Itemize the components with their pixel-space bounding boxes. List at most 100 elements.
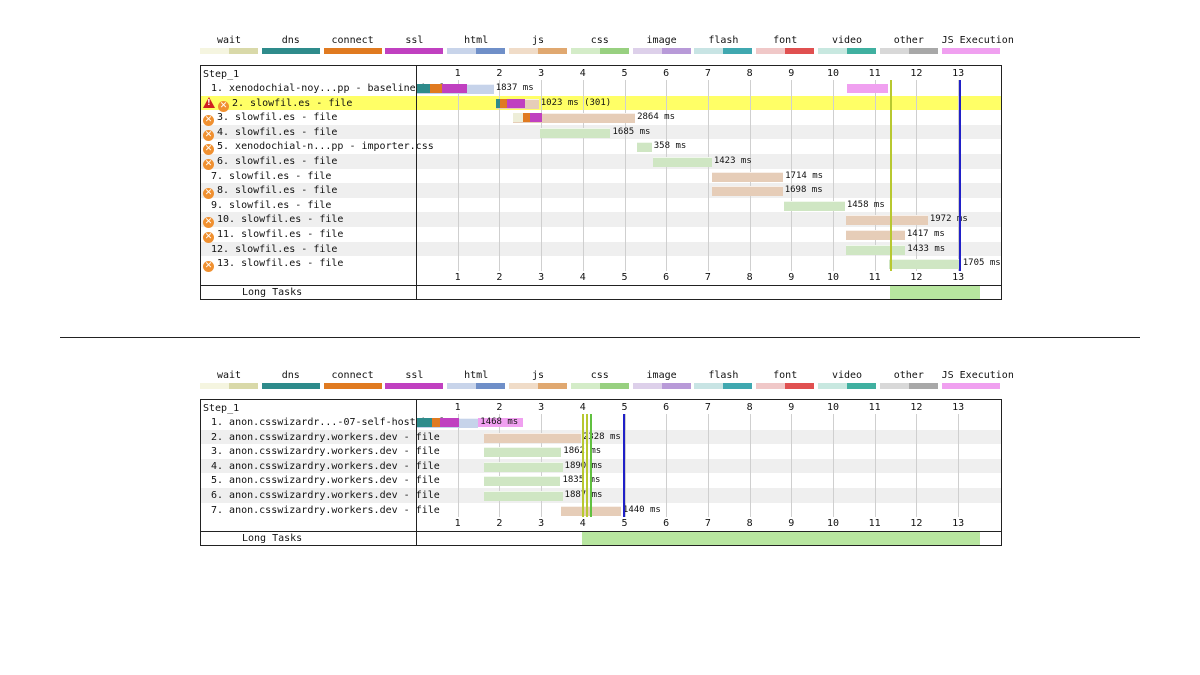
legend-item-js-execution: JS Execution [941, 370, 1014, 396]
legend-item-flash: flash [694, 370, 753, 396]
tick-label-bottom: 12 [910, 271, 923, 283]
legend-swatch [200, 383, 258, 389]
request-duration: 2328 ms [582, 431, 621, 442]
tick-label-bottom: 1 [454, 518, 461, 530]
request-bar-css[interactable] [540, 127, 611, 138]
request-bar-css[interactable] [783, 200, 845, 211]
legend-label: css [590, 370, 609, 381]
tick-label-bottom: 6 [663, 271, 670, 283]
marker-onload [623, 414, 626, 518]
gridline [749, 414, 751, 518]
request-row-label[interactable]: ✕ 8. slowfil.es - file [203, 184, 337, 200]
request-name: 6. anon.csswizardry.workers.dev - file [211, 490, 440, 501]
request-row-label[interactable]: 6. anon.csswizardry.workers.dev - file [211, 489, 440, 502]
request-row-label[interactable]: 9. slowfil.es - file [211, 199, 331, 212]
request-bar-js[interactable] [711, 171, 784, 182]
request-bar-css[interactable] [652, 157, 712, 167]
gridline [541, 80, 543, 271]
tick-label-top: 2 [496, 68, 503, 79]
legend-label: image [646, 35, 677, 46]
request-row-label[interactable]: ✕ 5. xenodochial-n...pp - importer.css [203, 140, 434, 156]
request-row-label[interactable]: ✕ 4. slowfil.es - file [203, 126, 337, 141]
error-icon: ✕ [203, 188, 214, 200]
request-bar-css[interactable] [636, 142, 652, 153]
tick-label-top: 12 [910, 68, 923, 79]
request-row-label[interactable]: ✕ 13. slowfil.es - file [203, 257, 344, 273]
tick-label-bottom: 12 [910, 518, 923, 530]
request-duration: 1714 ms [785, 170, 824, 181]
request-bar-js[interactable] [483, 432, 581, 443]
request-row-label[interactable]: 1. xenodochial-noy...pp - baseline.html [211, 82, 446, 95]
tick-label-bottom: 11 [868, 518, 881, 530]
legend-item-font: font [756, 35, 815, 61]
request-row-label[interactable]: 1. anon.csswizardr...-07-self-host.html [211, 416, 446, 429]
request-row-label[interactable]: 2. anon.csswizardry.workers.dev - file [211, 431, 440, 444]
marker-green [590, 414, 593, 518]
legend-item-connect: connect [323, 35, 382, 61]
long-tasks-separator [201, 284, 1001, 286]
legend-top: wait dns connect ssl html js css image flash font… [200, 35, 1014, 61]
request-bar-css[interactable] [889, 259, 961, 270]
request-bar-css[interactable] [483, 476, 561, 487]
tick-label-bottom: 9 [788, 518, 795, 530]
request-names-column: Step_1 1. anon.csswizardr...-07-self-host… [201, 400, 446, 546]
request-bar-js[interactable] [711, 186, 783, 197]
legend-item-wait: wait [200, 370, 258, 396]
legend-item-font: font [756, 370, 815, 396]
tick-label-top: 9 [788, 68, 795, 79]
tick-label-top: 13 [952, 68, 965, 79]
legend-swatch [323, 383, 382, 389]
request-row-label[interactable]: 7. slowfil.es - file [211, 170, 331, 183]
tick-label-bottom: 7 [704, 271, 711, 283]
request-bar-connect [431, 418, 440, 427]
legend-swatch [632, 383, 691, 389]
tick-label-top: 5 [621, 402, 628, 413]
request-bar-css[interactable] [483, 491, 563, 501]
error-icon: ✕ [218, 100, 229, 112]
request-row-label[interactable]: 12. slowfil.es - file [211, 243, 337, 256]
request-bar-js[interactable] [845, 230, 905, 240]
request-name: 13. slowfil.es - file [217, 258, 344, 270]
request-row-label[interactable]: ✕ 11. slowfil.es - file [203, 228, 343, 243]
request-row-label[interactable]: ✕ 3. slowfil.es - file [203, 111, 337, 127]
legend-item-image: image [632, 35, 691, 61]
legend-swatch [261, 48, 320, 54]
tick-label-top: 12 [910, 402, 923, 413]
legend-swatch [570, 383, 629, 389]
request-row-label[interactable]: ! ✕ 2. slowfil.es - file [203, 96, 352, 112]
request-bar-css[interactable] [483, 461, 563, 472]
legend-swatch [818, 383, 876, 389]
legend-label: other [893, 370, 924, 381]
legend-label: js [531, 35, 545, 46]
legend-item-html: html [447, 35, 506, 61]
legend-label: flash [708, 370, 739, 381]
request-name: 11. slowfil.es - file [217, 229, 344, 240]
tick-label-bottom: 8 [746, 271, 753, 283]
gridline [874, 414, 876, 518]
tick-label-bottom: 8 [746, 518, 753, 530]
request-bar-css[interactable] [483, 447, 562, 458]
tick-label-top: 6 [663, 68, 670, 79]
legend-item-dns: dns [261, 370, 320, 396]
request-bar-js[interactable] [845, 215, 928, 226]
request-row-label[interactable]: ✕ 6. slowfil.es - file [203, 155, 337, 170]
request-row-label[interactable]: ✕ 10. slowfil.es - file [203, 213, 343, 229]
request-duration: 1972 ms [929, 214, 968, 225]
request-duration: 1440 ms [622, 504, 661, 515]
gridline [499, 80, 501, 271]
tick-label-top: 11 [868, 68, 881, 79]
request-row-label[interactable]: 5. anon.csswizardry.workers.dev - file [211, 474, 440, 487]
step-label: Step_1 [203, 403, 240, 414]
request-row-label[interactable]: 3. anon.csswizardry.workers.dev - file [211, 445, 440, 458]
gridline [833, 80, 834, 271]
gridline [582, 80, 584, 271]
legend-label: ssl [405, 35, 424, 46]
request-row-label[interactable]: 7. anon.csswizardry.workers.dev - file [211, 504, 440, 517]
request-row-label[interactable]: 4. anon.csswizardry.workers.dev - file [211, 460, 440, 473]
request-name: 5. xenodochial-n...pp - importer.css [217, 141, 434, 153]
gridline [916, 414, 918, 518]
request-bar-css[interactable] [845, 244, 906, 255]
request-bar-dns [417, 84, 430, 93]
legend-swatch [509, 383, 567, 389]
tick-label-bottom: 13 [952, 271, 965, 283]
